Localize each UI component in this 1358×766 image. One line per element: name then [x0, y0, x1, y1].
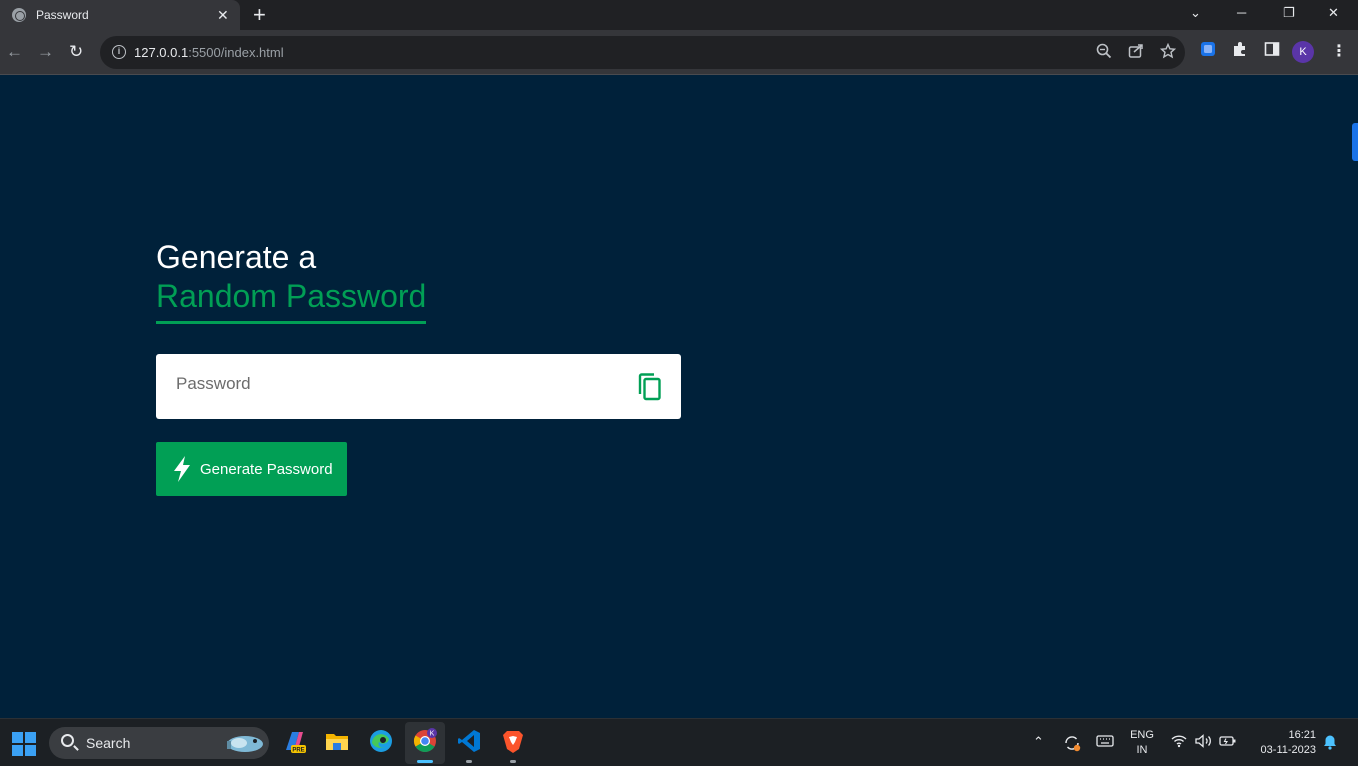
star-icon[interactable]: [1159, 42, 1177, 64]
extension-icon[interactable]: [1200, 41, 1216, 57]
scroll-indicator: [1352, 123, 1358, 161]
minimize-button[interactable]: ─: [1237, 5, 1246, 21]
sync-icon[interactable]: [1063, 734, 1081, 752]
edge-icon[interactable]: [368, 728, 394, 754]
page-content: Generate a Random Password Generate Pass…: [0, 75, 1358, 718]
lightning-icon: [174, 456, 190, 482]
generate-password-button[interactable]: Generate Password: [156, 442, 347, 496]
language-indicator[interactable]: ENG IN: [1128, 728, 1156, 758]
sidepanel-icon[interactable]: [1264, 41, 1280, 57]
url-path: :5500/index.html: [188, 45, 284, 60]
browser-toolbar: ← → ↻ i 127.0.0.1:5500/index.html K ⋮: [0, 30, 1358, 75]
wifi-icon[interactable]: [1171, 734, 1187, 748]
notification-bell-icon[interactable]: [1322, 734, 1338, 750]
copilot-icon[interactable]: PRE: [281, 728, 307, 754]
search-icon: [61, 734, 74, 747]
svg-text:PRE: PRE: [292, 748, 304, 754]
file-explorer-icon[interactable]: [324, 728, 350, 754]
browser-tab-strip: Password ✕ + ⌄ ─ ❐ ✕: [0, 0, 1358, 30]
vscode-running-indicator: [466, 760, 472, 763]
share-icon[interactable]: [1128, 43, 1144, 64]
reload-icon[interactable]: ↻: [69, 42, 83, 62]
taskbar-search[interactable]: Search: [49, 727, 269, 759]
keyboard-icon[interactable]: [1096, 734, 1114, 748]
new-tab-button[interactable]: +: [253, 3, 266, 27]
globe-icon: [12, 8, 26, 22]
svg-text:K: K: [430, 731, 435, 738]
region-code: IN: [1136, 744, 1148, 756]
forward-icon[interactable]: →: [37, 42, 54, 62]
browser-tab[interactable]: Password ✕: [0, 0, 240, 30]
clock-time: 16:21: [1288, 729, 1316, 741]
search-highlight-icon: [227, 736, 263, 752]
brave-icon[interactable]: [500, 728, 526, 754]
tab-search-dropdown-icon[interactable]: ⌄: [1190, 5, 1201, 21]
show-hidden-icons-icon[interactable]: ⌃: [1033, 734, 1044, 750]
language-code: ENG: [1130, 729, 1154, 741]
start-button[interactable]: [12, 732, 36, 756]
zoom-icon[interactable]: [1096, 43, 1112, 64]
info-icon[interactable]: i: [112, 45, 126, 59]
back-icon[interactable]: ←: [6, 42, 23, 62]
url-text[interactable]: 127.0.0.1:5500/index.html: [134, 45, 284, 60]
tab-close-icon[interactable]: ✕: [217, 7, 229, 23]
password-input[interactable]: [176, 374, 616, 394]
volume-icon[interactable]: [1195, 734, 1213, 748]
search-label: Search: [86, 735, 131, 751]
profile-avatar[interactable]: K: [1292, 41, 1314, 63]
brave-running-indicator: [510, 760, 516, 763]
restore-button[interactable]: ❐: [1283, 5, 1295, 21]
chrome-running-indicator: [417, 760, 433, 763]
menu-icon[interactable]: ⋮: [1331, 41, 1347, 63]
tab-title: Password: [36, 8, 89, 22]
close-window-button[interactable]: ✕: [1328, 5, 1339, 21]
copy-icon[interactable]: [638, 373, 662, 401]
puzzle-icon[interactable]: [1232, 41, 1248, 57]
battery-icon[interactable]: [1219, 734, 1237, 748]
chrome-icon[interactable]: K: [412, 728, 438, 754]
windows-taskbar: Search PRE K ⌃ ENG IN 16:21 03-11-2023: [0, 718, 1358, 766]
system-clock[interactable]: 16:21 03-11-2023: [1250, 728, 1316, 758]
vscode-icon[interactable]: [456, 728, 482, 754]
heading-line-1: Generate a: [156, 239, 317, 275]
clock-date: 03-11-2023: [1260, 744, 1316, 756]
heading-line-2: Random Password: [156, 278, 427, 324]
url-host: 127.0.0.1: [134, 45, 189, 60]
address-bar[interactable]: i 127.0.0.1:5500/index.html: [100, 36, 1185, 69]
password-display: [156, 354, 681, 419]
generate-password-label: Generate Password: [200, 461, 333, 478]
